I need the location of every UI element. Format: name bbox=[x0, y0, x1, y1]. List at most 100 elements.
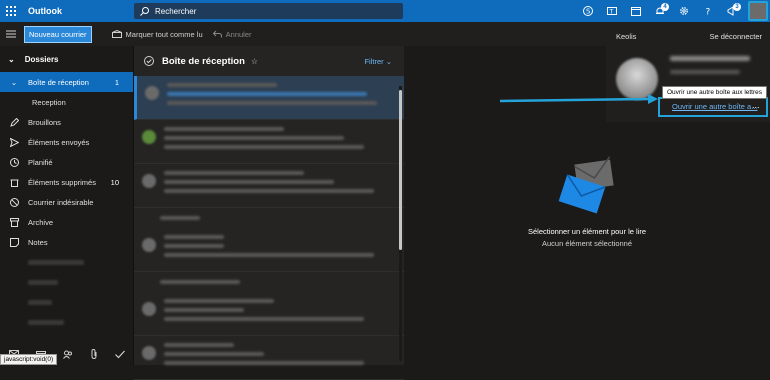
sidebar-item-scheduled[interactable]: Planifié bbox=[0, 152, 133, 172]
svg-text:T: T bbox=[609, 9, 614, 16]
mark-all-read-label: Marquer tout comme lu bbox=[125, 29, 203, 39]
sidebar-item-inbox[interactable]: ⌄ Boîte de réception 1 bbox=[0, 72, 133, 92]
list-item[interactable] bbox=[134, 336, 404, 380]
sidebar-item-label: Brouillons bbox=[28, 117, 61, 127]
mark-all-read-button[interactable]: Marquer tout comme lu bbox=[111, 29, 203, 39]
list-header: Boîte de réception ☆ Filtrer ⌄ bbox=[134, 46, 404, 76]
undo-button[interactable]: Annuler bbox=[212, 29, 252, 39]
list-item[interactable] bbox=[134, 120, 404, 164]
search-icon bbox=[140, 6, 149, 16]
gear-icon bbox=[680, 7, 688, 15]
trash-icon bbox=[8, 178, 20, 187]
sidebar-item-label: Archive bbox=[28, 217, 54, 227]
sidebar-item-deleted[interactable]: Éléments supprimés 10 bbox=[0, 172, 133, 192]
sidebar-item-sent[interactable]: Éléments envoyés bbox=[0, 132, 133, 152]
empty-title: Sélectionner un élément pour le lire bbox=[528, 227, 646, 236]
list-item[interactable] bbox=[134, 292, 404, 336]
teams-icon: T bbox=[607, 7, 617, 16]
blurred-folder[interactable] bbox=[0, 272, 133, 292]
search-input[interactable]: Rechercher bbox=[155, 7, 196, 16]
feedback-badge: 3 bbox=[733, 3, 741, 11]
archive-icon bbox=[8, 217, 20, 227]
empty-subtitle: Aucun élément sélectionné bbox=[541, 239, 633, 248]
app-name[interactable]: Outlook bbox=[28, 6, 62, 16]
feedback-button[interactable]: 3 bbox=[720, 0, 744, 22]
list-title: Boîte de réception bbox=[162, 55, 245, 67]
avatar bbox=[142, 238, 156, 252]
filter-button[interactable]: Filtrer ⌄ bbox=[364, 57, 392, 66]
myday-button[interactable] bbox=[624, 0, 648, 22]
people-icon[interactable] bbox=[62, 350, 73, 359]
list-item[interactable] bbox=[134, 228, 404, 272]
top-icons: S T 4 ? 3 bbox=[576, 0, 770, 22]
sign-out-link[interactable]: Se déconnecter bbox=[709, 32, 762, 41]
account-email bbox=[670, 70, 740, 74]
message-list-pane: Boîte de réception ☆ Filtrer ⌄ bbox=[133, 46, 404, 380]
avatar bbox=[145, 86, 159, 100]
section-header bbox=[134, 208, 404, 228]
more-options-button[interactable]: ... bbox=[752, 100, 760, 110]
calendar-check-icon bbox=[631, 7, 641, 16]
open-other-mailbox-link[interactable]: Ouvrir une autre boîte a... bbox=[672, 102, 757, 111]
undo-label: Annuler bbox=[225, 29, 252, 39]
avatar bbox=[142, 130, 156, 144]
nav-toggle-button[interactable] bbox=[0, 30, 22, 38]
chevron-down-icon: ⌄ bbox=[10, 77, 18, 87]
new-mail-button[interactable]: Nouveau courrier bbox=[24, 25, 92, 43]
star-icon[interactable]: ☆ bbox=[251, 57, 258, 66]
folders-header-label: Dossiers bbox=[24, 54, 59, 64]
search-box[interactable]: Rechercher bbox=[134, 3, 403, 19]
envelopes-illustration-icon bbox=[558, 156, 614, 214]
blurred-folder[interactable] bbox=[0, 312, 133, 332]
select-all-icon[interactable] bbox=[144, 56, 154, 66]
arrow-annotation-icon bbox=[500, 94, 658, 104]
account-avatar-button[interactable] bbox=[748, 1, 768, 21]
sidebar-item-drafts[interactable]: Brouillons bbox=[0, 112, 133, 132]
app-launcher-button[interactable] bbox=[0, 0, 22, 22]
scrollbar-thumb[interactable] bbox=[399, 90, 402, 250]
sidebar-item-label: Éléments envoyés bbox=[28, 137, 90, 147]
list-item[interactable] bbox=[134, 164, 404, 208]
junk-icon bbox=[8, 197, 20, 207]
sidebar-item-label: Planifié bbox=[28, 157, 53, 167]
sidebar-item-label: Éléments supprimés bbox=[28, 177, 96, 187]
folders-header[interactable]: ⌄ Dossiers bbox=[0, 46, 133, 72]
blurred-folder[interactable] bbox=[0, 292, 133, 312]
deleted-count: 10 bbox=[110, 177, 119, 187]
sidebar-item-archive[interactable]: Archive bbox=[0, 212, 133, 232]
svg-text:?: ? bbox=[706, 8, 711, 17]
section-header bbox=[134, 272, 404, 292]
skype-button[interactable]: S bbox=[576, 0, 600, 22]
sidebar-item-label: Reception bbox=[32, 97, 66, 107]
blurred-folder[interactable] bbox=[0, 252, 133, 272]
attachment-icon[interactable] bbox=[90, 349, 98, 359]
sidebar-item-reception[interactable]: Reception bbox=[0, 92, 133, 112]
account-name bbox=[670, 56, 750, 61]
help-button[interactable]: ? bbox=[696, 0, 720, 22]
sidebar-item-label: Boîte de réception bbox=[28, 77, 89, 87]
notifications-badge: 4 bbox=[661, 3, 669, 11]
sidebar-item-label: Courrier indésirable bbox=[28, 197, 94, 207]
unread-count: 1 bbox=[114, 77, 119, 87]
teams-button[interactable]: T bbox=[600, 0, 624, 22]
hamburger-icon bbox=[6, 30, 16, 38]
note-icon bbox=[8, 237, 20, 247]
avatar bbox=[142, 174, 156, 188]
settings-button[interactable] bbox=[672, 0, 696, 22]
status-url: javascript:void(0) bbox=[0, 354, 58, 365]
filter-label: Filtrer bbox=[364, 56, 384, 66]
todo-icon[interactable] bbox=[114, 350, 125, 359]
pencil-icon bbox=[8, 117, 20, 127]
notifications-button[interactable]: 4 bbox=[648, 0, 672, 22]
sidebar-item-junk[interactable]: Courrier indésirable bbox=[0, 192, 133, 212]
org-name: Keolis bbox=[616, 32, 637, 41]
chevron-down-icon: ⌄ bbox=[8, 54, 15, 64]
undo-icon bbox=[212, 30, 222, 38]
waffle-icon bbox=[6, 6, 16, 16]
skype-icon: S bbox=[583, 6, 593, 16]
list-item[interactable] bbox=[134, 76, 404, 120]
avatar bbox=[142, 346, 156, 360]
clock-icon bbox=[8, 157, 20, 167]
help-icon: ? bbox=[706, 8, 711, 17]
sidebar-item-notes[interactable]: Notes bbox=[0, 232, 133, 252]
